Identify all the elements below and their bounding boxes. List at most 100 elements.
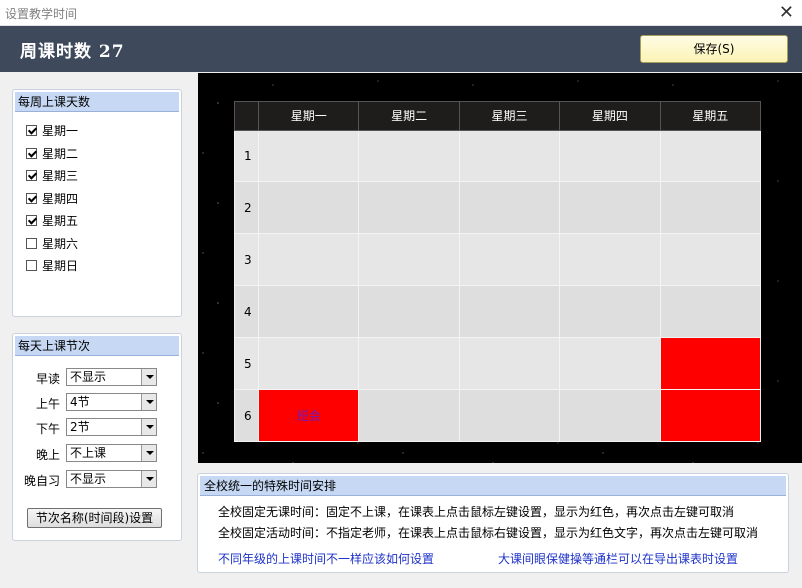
day-checkbox-row[interactable]: 星期三 <box>26 168 78 184</box>
period-number: 3 <box>234 233 259 287</box>
period-row: 上午 4节 <box>0 393 170 411</box>
timetable-cell[interactable]: 班会 <box>257 389 360 442</box>
period-select[interactable]: 4节 <box>66 393 157 411</box>
timetable-grid: 星期一 星期二 星期三 星期四 星期五 1 2 3 4 5 6 班会 <box>234 101 762 442</box>
dropdown-arrow-icon[interactable] <box>141 394 156 410</box>
timetable-cell[interactable] <box>458 129 561 183</box>
timetable-cell[interactable] <box>257 233 360 287</box>
day-label: 星期一 <box>42 124 79 138</box>
periods-panel-title: 每天上课节次 <box>15 336 179 356</box>
period-grid-row: 5 <box>234 337 762 391</box>
timetable-cell[interactable] <box>559 389 661 442</box>
period-row: 早读 不显示 <box>0 368 170 386</box>
timetable-cell[interactable] <box>559 129 661 183</box>
period-names-button[interactable]: 节次名称(时间段)设置 <box>27 508 162 528</box>
day-checkbox-row[interactable]: 星期一 <box>26 123 78 139</box>
day-checkbox-row[interactable]: 星期四 <box>26 191 78 207</box>
checkbox-icon[interactable] <box>26 192 37 204</box>
header-bar: 周课时数 27 保存(S) <box>0 26 802 72</box>
period-select[interactable]: 不显示 <box>66 470 157 488</box>
timetable-cell[interactable] <box>257 337 360 391</box>
dropdown-arrow-icon[interactable] <box>141 369 156 385</box>
day-column-header: 星期一 <box>257 101 360 131</box>
notes-line-activity: 全校固定活动时间：不指定老师，在课表上点击鼠标右键设置，显示为红色文字，再次点击… <box>218 526 759 540</box>
checkbox-icon[interactable] <box>26 260 37 271</box>
timetable-cell[interactable] <box>358 285 460 339</box>
period-select-value: 不显示 <box>70 370 107 384</box>
period-label: 上午 <box>35 397 60 411</box>
timetable-cell[interactable] <box>659 233 762 287</box>
period-number: 2 <box>234 181 259 235</box>
period-select[interactable]: 不显示 <box>66 368 157 386</box>
dropdown-arrow-icon[interactable] <box>141 445 156 461</box>
checkbox-icon[interactable] <box>26 125 37 136</box>
day-label: 星期四 <box>42 191 79 206</box>
period-row: 下午 2节 <box>0 418 170 436</box>
period-grid-row: 2 <box>234 181 762 235</box>
day-checkbox-row[interactable]: 星期二 <box>26 146 78 162</box>
period-select[interactable]: 不上课 <box>66 444 157 462</box>
weekly-hours-label: 周课时数 27 <box>20 42 125 62</box>
timetable-cell[interactable] <box>659 285 762 339</box>
timetable-cell[interactable] <box>659 129 762 183</box>
timetable-cell[interactable] <box>358 129 460 183</box>
timetable-cell[interactable] <box>559 233 661 287</box>
day-label: 星期日 <box>42 259 79 273</box>
period-label: 晚上 <box>35 448 60 462</box>
period-select[interactable]: 2节 <box>66 418 157 436</box>
grade-time-help-link[interactable]: 不同年级的上课时间不一样应该如何设置 <box>218 550 434 567</box>
notes-panel: 全校统一的特殊时间安排 全校固定无课时间：固定不上课，在课表上点击鼠标左键设置，… <box>197 473 789 573</box>
timetable-cell[interactable] <box>659 389 762 442</box>
period-label: 下午 <box>35 422 60 436</box>
notes-line-no-class: 全校固定无课时间：固定不上课，在课表上点击鼠标左键设置，显示为红色，再次点击左键… <box>218 505 735 519</box>
period-grid-row: 6 班会 <box>234 389 762 442</box>
timetable-cell[interactable] <box>458 285 561 339</box>
timetable-cell[interactable] <box>358 389 460 442</box>
timetable-cell[interactable] <box>458 389 561 442</box>
window-title: 设置教学时间 <box>5 7 78 21</box>
day-label: 星期二 <box>42 146 79 161</box>
cell-text: 班会 <box>296 409 321 424</box>
period-grid-row: 4 <box>234 285 762 339</box>
period-number: 6 <box>234 389 259 442</box>
period-grid-row: 1 <box>234 129 762 183</box>
day-label: 星期六 <box>42 236 79 251</box>
timetable-cell[interactable] <box>559 285 661 339</box>
timetable-cell[interactable] <box>358 233 460 287</box>
timetable-cell[interactable] <box>559 181 661 235</box>
day-column-header: 星期三 <box>458 101 561 131</box>
timetable-cell[interactable] <box>559 337 661 391</box>
period-names-button-label: 节次名称(时间段)设置 <box>35 511 154 525</box>
checkbox-icon[interactable] <box>26 147 37 159</box>
day-checkbox-row[interactable]: 星期五 <box>26 213 78 229</box>
timetable-cell[interactable] <box>257 129 360 183</box>
timetable-cell[interactable] <box>358 181 460 235</box>
period-number: 1 <box>234 129 259 183</box>
timetable-cell[interactable] <box>659 181 762 235</box>
period-label: 早读 <box>35 372 60 386</box>
checkbox-icon[interactable] <box>26 170 37 181</box>
day-checkbox-row[interactable]: 星期六 <box>26 236 78 252</box>
timetable-cell[interactable] <box>659 337 762 391</box>
checkbox-icon[interactable] <box>26 215 37 226</box>
break-banner-help-link[interactable]: 大课间眼保健操等通栏可以在导出课表时设置 <box>498 550 738 567</box>
close-icon[interactable]: ✕ <box>779 2 794 23</box>
day-checkbox-row[interactable]: 星期日 <box>26 258 78 274</box>
timetable-cell[interactable] <box>458 181 561 235</box>
period-select-value: 2节 <box>70 420 90 434</box>
period-row: 晚上 不上课 <box>0 444 170 462</box>
timetable-cell[interactable] <box>257 181 360 235</box>
dropdown-arrow-icon[interactable] <box>141 471 156 487</box>
day-column-header: 星期五 <box>659 101 762 131</box>
period-row: 晚自习 不显示 <box>0 470 170 488</box>
save-button[interactable]: 保存(S) <box>640 35 788 63</box>
timetable-cell[interactable] <box>458 337 561 391</box>
checkbox-icon[interactable] <box>26 237 37 249</box>
title-bar: 设置教学时间 ✕ <box>0 0 802 26</box>
dropdown-arrow-icon[interactable] <box>141 419 156 435</box>
day-column-header: 星期四 <box>559 101 661 131</box>
timetable-cell[interactable] <box>358 337 460 391</box>
timetable-cell[interactable] <box>257 285 360 339</box>
days-panel-title: 每周上课天数 <box>15 92 179 112</box>
timetable-cell[interactable] <box>458 233 561 287</box>
